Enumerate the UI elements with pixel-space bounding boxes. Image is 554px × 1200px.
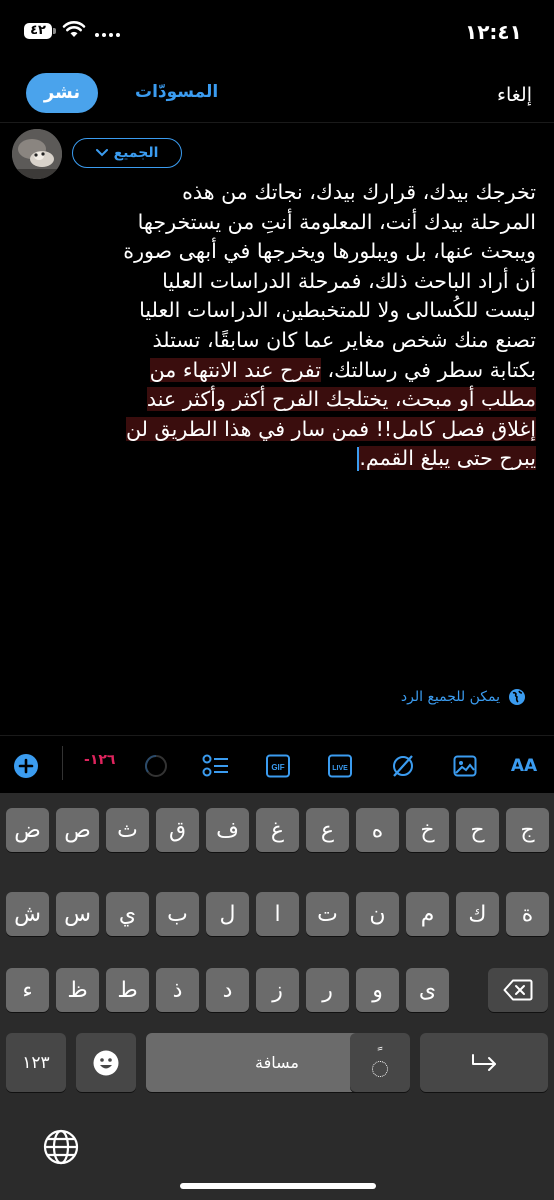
toolbar-separator [62, 746, 63, 780]
key[interactable]: ث [106, 808, 149, 852]
text-line: تصنع منك شخص مغاير عما كان سابقًا، تستلذ [152, 327, 536, 352]
text-line: ليست للكُسالى ولا للمتخبطين، الدراسات ال… [139, 298, 536, 323]
selected-text: إغلاق فصل كامل!! فمن سار في هذا الطريق ل… [125, 416, 536, 441]
reply-setting-label: يمكن للجميع الرد [400, 689, 500, 705]
home-indicator[interactable] [180, 1183, 376, 1189]
key[interactable]: ت [306, 892, 349, 936]
cancel-button[interactable]: إلغاء [497, 84, 532, 106]
backspace-icon [503, 979, 533, 1001]
globe-keyboard-switch-icon[interactable] [42, 1128, 80, 1170]
chevron-down-icon [95, 149, 108, 157]
key[interactable]: ح [456, 808, 499, 852]
dotted-circle-icon [372, 1060, 388, 1077]
key[interactable]: و [356, 968, 399, 1012]
text-line: ويبحث عنها، بل ويبلورها ويخرجها في أبهى … [123, 239, 536, 264]
key[interactable]: ه [356, 808, 399, 852]
post-button[interactable]: نشر [26, 73, 98, 113]
key[interactable]: ز [256, 968, 299, 1012]
key[interactable]: ن [356, 892, 399, 936]
header-divider [0, 122, 554, 123]
text-line: بكتابة سطر في رسالتك، تفرح عند الانتهاء … [149, 357, 536, 382]
key[interactable]: ى [406, 968, 449, 1012]
status-time: ١٢:٤١ [465, 20, 522, 44]
globe-icon [509, 689, 525, 705]
text-line: يبرح حتى يبلغ القمم. [72, 444, 536, 474]
battery-tip [53, 28, 56, 34]
key[interactable]: ج [506, 808, 549, 852]
list-icon[interactable] [202, 752, 230, 780]
return-arrow-icon [472, 1053, 496, 1071]
key[interactable]: ظ [56, 968, 99, 1012]
key[interactable]: ض [6, 808, 49, 852]
signal-icon [95, 33, 120, 37]
drafts-button[interactable]: المسودّات [135, 82, 218, 102]
key[interactable]: ي [106, 892, 149, 936]
emoji-key[interactable] [76, 1033, 136, 1092]
key[interactable]: ء [6, 968, 49, 1012]
text-line: أن أراد الباحث ذلك، فمرحلة الدراسات العل… [162, 268, 536, 293]
key[interactable]: غ [256, 808, 299, 852]
key[interactable]: خ [406, 808, 449, 852]
live-icon[interactable]: LIVE [326, 752, 354, 780]
text-size-icon[interactable]: AA [510, 752, 538, 780]
key[interactable]: ش [6, 892, 49, 936]
key[interactable]: ص [56, 808, 99, 852]
battery-icon: ٤٢ [24, 23, 52, 39]
text-line: مطلب أو مبحث، يختلجك الفرح أكثر وأكثر عن… [72, 385, 536, 415]
reply-setting[interactable]: يمكن للجميع الرد [401, 688, 526, 706]
tweet-text-area[interactable]: تخرجك بيدك، قرارك بيدك، نجاتك من هذه الم… [72, 178, 536, 474]
progress-ring-icon [142, 752, 170, 780]
character-count: -١٢٦ [84, 752, 116, 768]
key[interactable]: ذ [156, 968, 199, 1012]
emoji-icon [93, 1050, 119, 1075]
selected-text: مطلب أو مبحث، يختلجك الفرح أكثر وأكثر عن… [146, 387, 536, 412]
key[interactable]: د [206, 968, 249, 1012]
key[interactable]: س [56, 892, 99, 936]
backspace-key[interactable] [488, 968, 548, 1012]
gif-icon[interactable]: GIF [264, 752, 292, 780]
return-key[interactable] [420, 1033, 548, 1092]
text-line: تخرجك بيدك، قرارك بيدك، نجاتك من هذه [182, 180, 536, 204]
audience-selector[interactable]: الجميع [72, 138, 182, 168]
key[interactable]: ل [206, 892, 249, 936]
text-line: المرحلة بيدك أنت، المعلومة أنتِ من يستخر… [137, 209, 536, 234]
tanween-key[interactable]: ً [350, 1033, 410, 1092]
key[interactable]: ف [206, 808, 249, 852]
numbers-key[interactable]: ١٢٣ [6, 1033, 66, 1092]
key[interactable]: ق [156, 808, 199, 852]
svg-text:GIF: GIF [271, 763, 284, 772]
key[interactable]: ك [456, 892, 499, 936]
key[interactable]: م [406, 892, 449, 936]
image-icon[interactable] [451, 752, 479, 780]
key[interactable]: ا [256, 892, 299, 936]
key[interactable]: ر [306, 968, 349, 1012]
toolbar-divider [0, 735, 554, 736]
avatar[interactable] [12, 129, 62, 179]
key[interactable]: ط [106, 968, 149, 1012]
key[interactable]: ب [156, 892, 199, 936]
wifi-icon [62, 20, 86, 42]
svg-text:LIVE: LIVE [332, 765, 348, 772]
add-thread-icon[interactable] [12, 752, 40, 780]
no-sync-icon[interactable] [389, 752, 417, 780]
selected-text: يبرح حتى يبلغ القمم. [359, 446, 536, 471]
selected-text: تفرح عند الانتهاء من [149, 357, 321, 382]
text-line: إغلاق فصل كامل!! فمن سار في هذا الطريق ل… [72, 415, 536, 445]
key[interactable]: ة [506, 892, 549, 936]
audience-label: الجميع [113, 145, 159, 161]
key[interactable]: ع [306, 808, 349, 852]
